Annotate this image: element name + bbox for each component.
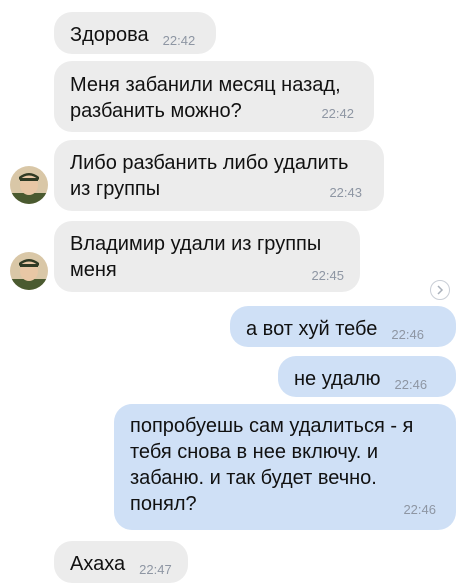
message-bubble-outgoing[interactable]: попробуешь сам удалиться - я тебя снова … bbox=[114, 404, 456, 530]
user-avatar-icon[interactable] bbox=[10, 166, 48, 204]
message-time: 22:45 bbox=[311, 268, 344, 283]
message-time: 22:47 bbox=[139, 562, 172, 577]
message-text: а вот хуй тебе bbox=[246, 318, 378, 340]
message-text: попробуешь сам удалиться - я тебя снова … bbox=[130, 415, 414, 515]
message-text: Здорова bbox=[70, 24, 149, 46]
message-time: 22:43 bbox=[329, 185, 362, 200]
message-text: Владимир удали из группы меня bbox=[70, 233, 322, 281]
message-time: 22:46 bbox=[394, 377, 428, 392]
message-time: 22:42 bbox=[162, 33, 196, 48]
message-text: Меня забанили месяц назад, разбанить мож… bbox=[70, 74, 341, 122]
message-text: не удалю bbox=[294, 368, 381, 390]
chevron-right-icon[interactable] bbox=[430, 280, 450, 300]
user-avatar-icon[interactable] bbox=[10, 252, 48, 290]
message-text: Либо разбанить либо удалить из группы bbox=[70, 152, 349, 200]
message-bubble-outgoing[interactable]: не удалю 22:46 bbox=[278, 356, 456, 397]
message-bubble-outgoing[interactable]: а вот хуй тебе 22:46 bbox=[230, 306, 456, 347]
message-time: 22:46 bbox=[391, 327, 424, 342]
message-bubble-incoming[interactable]: Ахаха 22:47 bbox=[54, 541, 188, 583]
message-bubble-incoming[interactable]: Здорова 22:42 bbox=[54, 12, 216, 54]
message-bubble-incoming[interactable]: Меня забанили месяц назад, разбанить мож… bbox=[54, 61, 374, 132]
message-bubble-incoming[interactable]: Либо разбанить либо удалить из группы 22… bbox=[54, 140, 384, 211]
message-bubble-incoming[interactable]: Владимир удали из группы меня 22:45 bbox=[54, 221, 360, 292]
message-time: 22:46 bbox=[403, 502, 436, 517]
message-time: 22:42 bbox=[321, 106, 354, 121]
message-text: Ахаха bbox=[70, 553, 126, 575]
